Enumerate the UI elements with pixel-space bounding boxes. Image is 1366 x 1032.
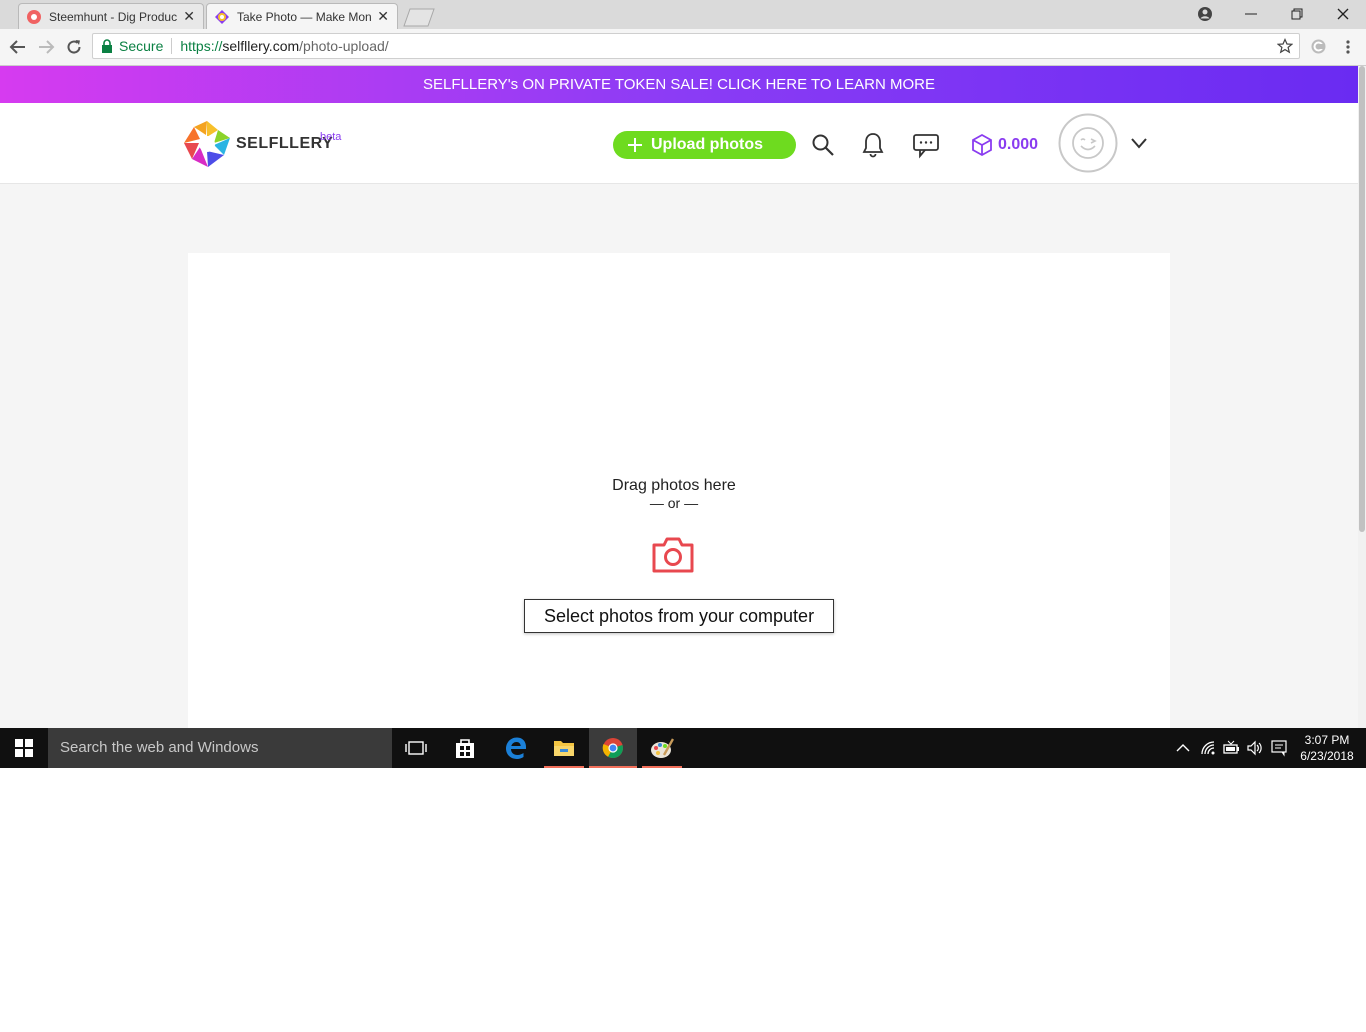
running-indicator [544, 766, 584, 768]
new-tab-icon [403, 8, 435, 27]
running-indicator [589, 766, 637, 768]
select-photos-button[interactable]: Select photos from your computer [524, 599, 834, 633]
task-view-icon[interactable] [405, 739, 427, 757]
close-tab-icon[interactable]: ✕ [183, 8, 195, 25]
token-cube-icon [972, 133, 992, 157]
chrome-menu-icon[interactable] [1342, 38, 1354, 56]
notification-icon[interactable] [1270, 739, 1288, 757]
chevron-down-icon[interactable] [1130, 136, 1148, 150]
forward-arrow-icon[interactable] [37, 38, 55, 56]
back-arrow-icon[interactable] [9, 38, 27, 56]
new-tab-button[interactable] [402, 7, 436, 27]
promo-banner[interactable]: SELFLLERY's ON PRIVATE TOKEN SALE! CLICK… [0, 66, 1358, 103]
volume-icon[interactable] [1246, 740, 1264, 756]
tab-selfllery[interactable]: Take Photo — Make Mon ✕ [206, 3, 398, 29]
bookmark-star-icon[interactable] [1277, 38, 1293, 54]
battery-icon[interactable] [1222, 740, 1240, 756]
tab-title: Steemhunt - Dig Product [49, 9, 178, 24]
clock-date: 6/23/2018 [1300, 749, 1354, 763]
site-header: SELFLLERY beta Upload photos 0.000 [0, 103, 1358, 184]
browser-toolbar: Secure https:// selfllery.com /photo-upl… [0, 29, 1366, 66]
url-path: /photo-upload/ [299, 38, 389, 54]
close-tab-icon[interactable]: ✕ [377, 8, 389, 25]
selfllery-logo-icon [184, 121, 230, 167]
windows-logo-icon [15, 739, 33, 757]
upload-photos-label: Upload photos [651, 136, 763, 153]
profile-icon[interactable] [1196, 5, 1214, 23]
upload-photos-button[interactable]: Upload photos [613, 131, 796, 159]
start-button[interactable] [0, 728, 48, 768]
close-window-icon[interactable] [1335, 6, 1351, 22]
taskbar-chrome[interactable] [589, 728, 637, 768]
wifi-icon[interactable] [1200, 740, 1216, 756]
drag-photos-text: Drag photos here [612, 477, 736, 494]
balance-value: 0.000 [998, 136, 1039, 153]
omnibox-divider [171, 38, 173, 54]
upload-dropzone[interactable]: Drag photos here — or — Select photos fr… [188, 253, 1170, 728]
omnibox[interactable]: Secure https:// selfllery.com /photo-upl… [92, 33, 1300, 59]
search-icon[interactable] [811, 133, 835, 157]
edge-browser-icon[interactable] [504, 736, 528, 760]
plus-icon [628, 138, 642, 152]
selfllery-favicon-icon [215, 9, 229, 24]
bell-icon[interactable] [861, 132, 885, 158]
store-icon[interactable] [454, 737, 476, 759]
paint-icon [651, 738, 674, 758]
url-scheme: https:// [180, 38, 223, 54]
scrollbar-thumb[interactable] [1359, 66, 1365, 532]
logo-text: SELFLLERY [236, 135, 334, 152]
lock-icon [102, 39, 112, 53]
tab-title: Take Photo — Make Mon [237, 9, 372, 24]
browser-tab-bar: Steemhunt - Dig Product ✕ Take Photo — M… [0, 0, 1366, 29]
clock-time: 3:07 PM [1304, 733, 1350, 747]
selfllery-logo[interactable]: SELFLLERY beta [184, 120, 364, 168]
windows-taskbar: Search the web and Windows 3:07 PM 6/23/… [0, 728, 1366, 768]
running-indicator [642, 766, 682, 768]
tab-steemhunt[interactable]: Steemhunt - Dig Product ✕ [18, 3, 204, 29]
extension-icon[interactable] [1310, 38, 1327, 55]
avatar[interactable] [1058, 113, 1118, 173]
file-explorer-icon [554, 741, 574, 756]
steemhunt-favicon-icon [27, 9, 41, 24]
or-separator: — or — [649, 495, 699, 511]
restore-icon[interactable] [1289, 6, 1305, 22]
messages-icon[interactable] [912, 133, 942, 159]
minimize-icon[interactable] [1243, 6, 1259, 22]
url-host: selfllery.com [222, 38, 300, 54]
taskbar-clock[interactable]: 3:07 PM 6/23/2018 [1296, 732, 1358, 764]
camera-icon[interactable] [651, 536, 695, 574]
reload-icon[interactable] [65, 38, 83, 56]
chrome-browser-icon [602, 738, 623, 759]
beta-badge: beta [320, 131, 342, 143]
taskbar-file-explorer[interactable] [544, 728, 584, 768]
secure-label: Secure [119, 38, 164, 54]
taskbar-paint[interactable] [642, 728, 682, 768]
wallet-balance[interactable]: 0.000 [970, 132, 1038, 158]
taskbar-search-box[interactable]: Search the web and Windows [48, 728, 392, 768]
chevron-up-icon[interactable] [1176, 742, 1190, 754]
